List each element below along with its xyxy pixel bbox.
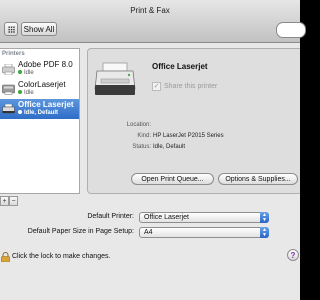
printer-icon [2, 104, 15, 114]
printer-icon [94, 62, 136, 95]
paper-size-select[interactable]: A4 ▲ ▼ [139, 227, 269, 238]
location-label: Location: [126, 122, 151, 128]
lock-label: Click the lock to make changes. [12, 253, 111, 260]
status-label: Status: [132, 144, 151, 150]
default-printer-label: Default Printer: [87, 213, 134, 220]
default-printer-value: Office Laserjet [144, 214, 190, 221]
printer-name: Adobe PDF 8.0 [18, 60, 73, 69]
search-input[interactable] [276, 22, 306, 38]
printer-status: Idle [18, 90, 34, 96]
checkbox-icon: ✓ [152, 82, 161, 91]
print-fax-window: Print & Fax Show All Printers Adobe PDF … [0, 0, 306, 300]
share-printer-label: Share this printer [164, 83, 218, 90]
printer-list-header: Printers [2, 51, 25, 57]
lock-icon[interactable] [1, 252, 10, 262]
default-printer-select[interactable]: Office Laserjet ▲ ▼ [139, 212, 269, 223]
kind-value: HP LaserJet P2015 Series [153, 133, 224, 139]
window-title: Print & Fax [130, 6, 170, 15]
help-button[interactable]: ? [287, 249, 299, 261]
paper-size-label: Default Paper Size in Page Setup: [27, 228, 134, 235]
printer-item-adobe-pdf[interactable]: Adobe PDF 8.0 Idle [0, 59, 79, 79]
remove-printer-button[interactable]: − [9, 196, 18, 206]
kind-label: Kind: [137, 133, 151, 139]
add-remove-buttons: + − [0, 196, 18, 206]
open-print-queue-button[interactable]: Open Print Queue... [131, 173, 214, 185]
printer-detail-name: Office Laserjet [152, 62, 208, 71]
status-dot-icon [18, 90, 22, 95]
printer-status: Idle, Default [18, 110, 58, 116]
chevron-updown-icon: ▲ ▼ [260, 227, 269, 238]
printer-name: Office Laserjet [18, 100, 74, 109]
show-all-button[interactable]: Show All [21, 22, 57, 36]
title-bar: Print & Fax Show All [0, 0, 306, 43]
printer-item-colorlaserjet[interactable]: ColorLaserjet Idle [0, 79, 79, 99]
paper-size-value: A4 [144, 229, 153, 236]
grid-icon [7, 25, 15, 33]
status-dot-icon [18, 70, 22, 75]
printer-item-office-laserjet[interactable]: Office Laserjet Idle, Default [0, 99, 79, 119]
printer-detail-panel: Office Laserjet ✓ Share this printer Loc… [87, 48, 300, 194]
printer-icon [2, 84, 15, 95]
share-printer-checkbox[interactable]: ✓ Share this printer [152, 82, 217, 91]
status-dot-icon [18, 110, 22, 115]
options-supplies-button[interactable]: Options & Supplies... [218, 173, 298, 185]
printer-name: ColorLaserjet [18, 80, 66, 89]
status-value: Idle, Default [153, 144, 186, 150]
show-grid-button[interactable] [4, 22, 18, 36]
chevron-updown-icon: ▲ ▼ [260, 212, 269, 223]
printer-icon [2, 64, 15, 75]
add-printer-button[interactable]: + [0, 196, 9, 206]
printer-status: Idle [18, 70, 34, 76]
printer-list: Printers Adobe PDF 8.0 Idle ColorLaserje… [0, 48, 80, 194]
